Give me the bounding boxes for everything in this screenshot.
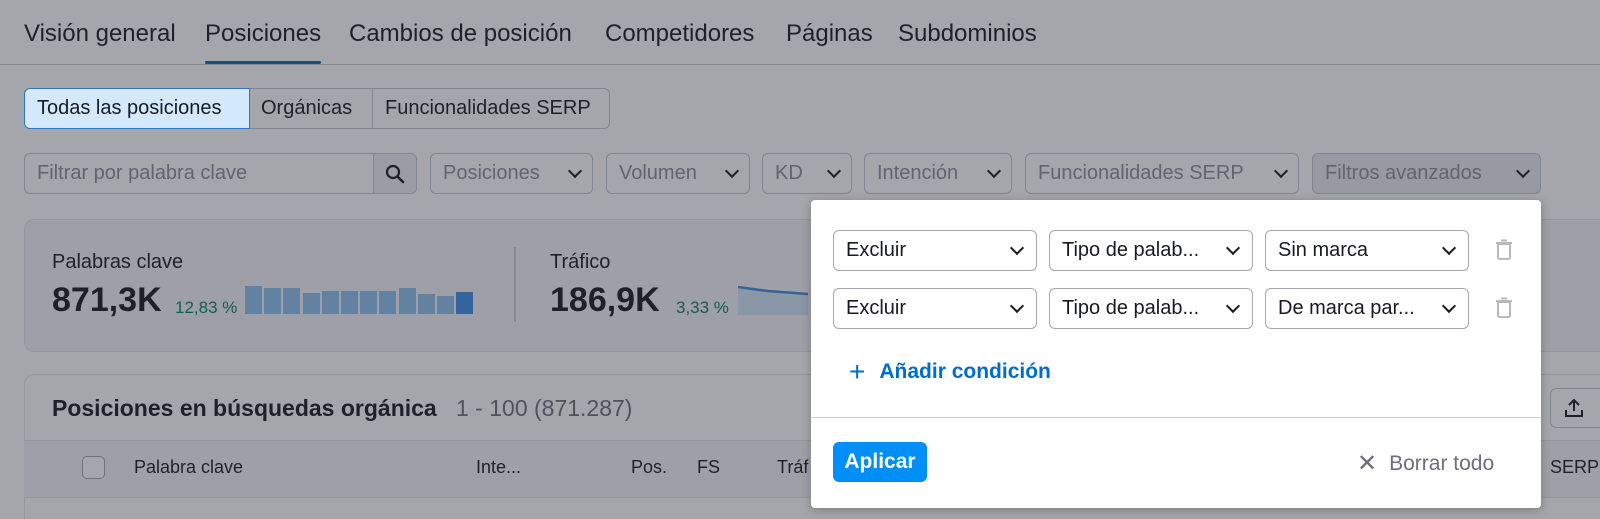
close-icon: ✕: [1357, 450, 1378, 477]
clear-all-label: Borrar todo: [1389, 451, 1495, 475]
chevron-down-icon: [1225, 298, 1241, 313]
segment-todas-las-posiciones[interactable]: Todas las posiciones: [24, 88, 250, 129]
plus-icon: +: [849, 356, 866, 387]
condition-1-field-select[interactable]: Tipo de palab...: [1049, 230, 1253, 271]
delete-condition-1-icon[interactable]: [1494, 239, 1514, 261]
select-value: Excluir: [846, 239, 907, 261]
delete-condition-2-icon[interactable]: [1494, 297, 1514, 319]
popup-divider: [811, 417, 1541, 418]
condition-2-value-select[interactable]: De marca par...: [1265, 288, 1469, 329]
select-value: De marca par...: [1278, 297, 1415, 319]
clear-all-button[interactable]: ✕ Borrar todo: [1357, 449, 1494, 478]
add-condition-button[interactable]: + Añadir condición: [849, 356, 1051, 387]
chevron-down-icon: [1009, 240, 1025, 255]
condition-1-mode-select[interactable]: Excluir: [833, 230, 1037, 271]
chevron-down-icon: [1441, 298, 1457, 313]
select-value: Tipo de palab...: [1062, 239, 1200, 261]
apply-button[interactable]: Aplicar: [833, 442, 927, 482]
chevron-down-icon: [1009, 298, 1025, 313]
select-value: Tipo de palab...: [1062, 297, 1200, 319]
condition-2-mode-select[interactable]: Excluir: [833, 288, 1037, 329]
select-value: Excluir: [846, 297, 907, 319]
chevron-down-icon: [1441, 240, 1457, 255]
condition-1-value-select[interactable]: Sin marca: [1265, 230, 1469, 271]
select-value: Sin marca: [1278, 239, 1369, 261]
segment-label: Todas las posiciones: [37, 97, 222, 119]
add-condition-label: Añadir condición: [879, 360, 1051, 383]
page: Visión general Posiciones Cambios de pos…: [0, 0, 1600, 519]
condition-2-field-select[interactable]: Tipo de palab...: [1049, 288, 1253, 329]
chevron-down-icon: [1225, 240, 1241, 255]
